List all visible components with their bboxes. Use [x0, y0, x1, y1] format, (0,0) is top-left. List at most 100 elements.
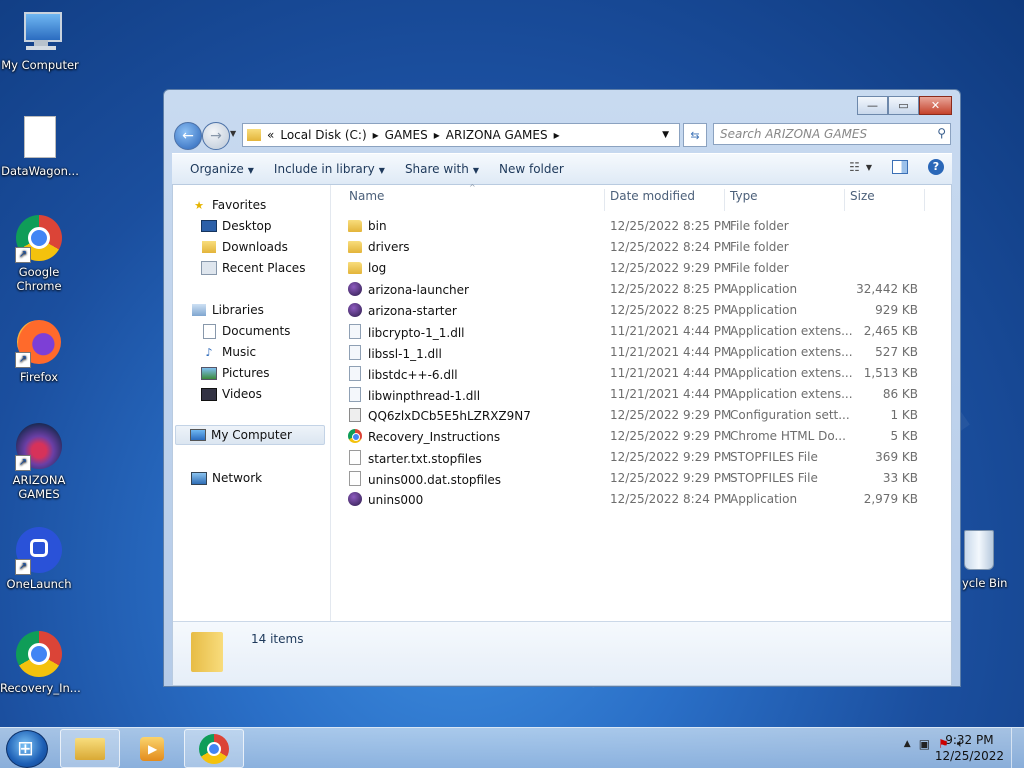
desktop-icon-my-computer[interactable]: My Computer	[0, 8, 80, 72]
include-library-label: Include in library	[273, 162, 375, 176]
address-dropdown-icon[interactable]: ▼	[662, 130, 669, 140]
file-row[interactable]: Recovery_Instructions 12/25/2022 9:29 PM C…	[348, 426, 933, 447]
file-name: log	[368, 261, 387, 275]
nav-desktop[interactable]: Desktop	[201, 216, 272, 236]
recent-pages-dropdown[interactable]: ▼	[230, 129, 236, 138]
minimize-button[interactable]: —	[857, 96, 888, 115]
nav-documents[interactable]: Documents	[201, 321, 290, 341]
command-bar: Organize ▼ Include in library ▼ Share with…	[172, 153, 952, 185]
taskbar-explorer-button[interactable]	[60, 729, 120, 768]
file-row[interactable]: arizona-launcher 12/25/2022 8:25 PM Applic…	[348, 279, 933, 300]
nav-videos[interactable]: Videos	[201, 384, 262, 404]
file-type: Application extens...	[730, 324, 853, 338]
column-name[interactable]: Name	[349, 189, 384, 203]
desktop-icon-recycle-bin[interactable]: ycle Bin	[950, 526, 1024, 590]
file-row[interactable]: log 12/25/2022 9:29 PM File folder	[348, 258, 933, 279]
show-desktop-button[interactable]	[1011, 728, 1024, 768]
organize-button[interactable]: Organize ▼	[180, 162, 264, 176]
nav-network[interactable]: Network	[191, 468, 262, 488]
close-button[interactable]: ✕	[919, 96, 952, 115]
nav-downloads[interactable]: Downloads	[201, 237, 288, 257]
desktop-icon-label: DataWagon...	[1, 164, 79, 178]
file-size: 32,442 KB	[856, 282, 918, 296]
breadcrumb-chevron-icon[interactable]: ▸	[554, 128, 560, 142]
file-row[interactable]: unins000 12/25/2022 8:24 PM Application 2,9…	[348, 489, 933, 510]
share-with-button[interactable]: Share with ▼	[395, 162, 489, 176]
chevron-down-icon: ▼	[472, 166, 479, 175]
include-in-library-button[interactable]: Include in library ▼	[264, 162, 395, 176]
nav-recent-places[interactable]: Recent Places	[201, 258, 305, 278]
file-row[interactable]: bin 12/25/2022 8:25 PM File folder	[348, 216, 933, 237]
file-row[interactable]: starter.txt.stopfiles 12/25/2022 9:29 PM S…	[348, 447, 933, 468]
nav-label: Downloads	[222, 240, 288, 254]
new-folder-button[interactable]: New folder	[489, 162, 574, 176]
address-overflow[interactable]: «	[267, 128, 274, 142]
file-row[interactable]: arizona-starter 12/25/2022 8:25 PM Applica…	[348, 300, 933, 321]
refresh-button[interactable]: ⇆	[683, 123, 707, 147]
column-date-modified[interactable]: Date modified	[610, 189, 695, 203]
file-row[interactable]: libwinpthread-1.dll 11/21/2021 4:44 PM App…	[348, 384, 933, 405]
file-row[interactable]: libstdc++-6.dll 11/21/2021 4:44 PM Applica…	[348, 363, 933, 384]
file-date: 12/25/2022 8:24 PM	[610, 492, 732, 506]
nav-my-computer[interactable]: My Computer	[175, 425, 325, 445]
file-row[interactable]: unins000.dat.stopfiles 12/25/2022 9:29 PM…	[348, 468, 933, 489]
file-name: libcrypto-1_1.dll	[368, 326, 465, 340]
address-bar[interactable]: « Local Disk (C:) ▸ GAMES ▸ ARIZONA GAMES ▸…	[242, 123, 680, 147]
application-icon	[348, 303, 362, 317]
nav-pictures[interactable]: Pictures	[201, 363, 270, 383]
desktop-icon-arizona-games[interactable]: ↗ ARIZONA GAMES	[0, 422, 78, 501]
search-icon[interactable]: ⚲	[937, 126, 946, 140]
file-name-cell: drivers	[348, 240, 410, 254]
search-input[interactable]: Search ARIZONA GAMES ⚲	[713, 123, 951, 145]
maximize-button[interactable]: ▭	[888, 96, 919, 115]
preview-pane-icon[interactable]	[892, 160, 908, 174]
help-icon[interactable]: ?	[928, 159, 944, 175]
clock-date: 12/25/2022	[934, 749, 1004, 763]
file-row[interactable]: QQ6zlxDCb5E5hLZRXZ9N7 12/25/2022 9:29 PM C…	[348, 405, 933, 426]
application-icon	[348, 492, 362, 506]
desktop-icon-datawagon[interactable]: DataWagon...	[0, 114, 80, 178]
shortcut-arrow-icon: ↗	[15, 247, 31, 263]
show-hidden-icons-icon[interactable]: ▲	[904, 739, 911, 749]
view-dropdown-icon[interactable]: ▼	[866, 163, 872, 172]
file-size: 369 KB	[875, 450, 918, 464]
column-size[interactable]: Size	[850, 189, 875, 203]
breadcrumb-local-disk[interactable]: Local Disk (C:)	[280, 128, 366, 142]
start-button[interactable]	[6, 730, 48, 768]
desktop-icon-firefox[interactable]: ↗ Firefox	[0, 318, 78, 384]
folder-icon	[247, 129, 261, 141]
file-size: 527 KB	[875, 345, 918, 359]
clock[interactable]: 9:32 PM 12/25/2022	[935, 732, 1004, 764]
explorer-window[interactable]: — ▭ ✕ ← → ▼ « Local Disk (C:) ▸ GAMES ▸ AR…	[163, 89, 961, 687]
desktop-icon-onelaunch[interactable]: ↗ OneLaunch	[0, 526, 78, 591]
desktop-icon-google-chrome[interactable]: ↗ Google Chrome	[0, 214, 78, 293]
view-options-icon[interactable]: ☷	[849, 160, 860, 174]
file-name: arizona-launcher	[368, 283, 469, 297]
file-name: unins000	[368, 493, 424, 507]
taskbar-media-player-button[interactable]: ▶	[122, 729, 182, 768]
nav-favorites[interactable]: ★ Favorites	[191, 195, 266, 215]
forward-button[interactable]: →	[202, 122, 230, 150]
file-name: drivers	[368, 240, 410, 254]
breadcrumb-chevron-icon[interactable]: ▸	[434, 128, 440, 142]
desktop-icon-recovery-instructions[interactable]: Recovery_In...	[0, 630, 81, 695]
breadcrumb-games[interactable]: GAMES	[385, 128, 428, 142]
shortcut-arrow-icon: ↗	[15, 559, 31, 575]
taskbar: ▶ ▲ ▣ ⚑ 🔈︎ 9:32 PM 12/25/2022	[0, 727, 1024, 768]
breadcrumb-arizona-games[interactable]: ARIZONA GAMES	[446, 128, 548, 142]
file-row[interactable]: libcrypto-1_1.dll 11/21/2021 4:44 PM Appli…	[348, 321, 933, 342]
file-row[interactable]: drivers 12/25/2022 8:24 PM File folder	[348, 237, 933, 258]
nav-music[interactable]: ♪ Music	[201, 342, 256, 362]
file-row[interactable]: libssl-1_1.dll 11/21/2021 4:44 PM Applicat…	[348, 342, 933, 363]
taskbar-chrome-button[interactable]	[184, 729, 244, 768]
nav-label: My Computer	[211, 428, 292, 442]
back-button[interactable]: ←	[174, 122, 202, 150]
network-tray-icon[interactable]: ▣	[919, 737, 930, 751]
column-type[interactable]: Type	[730, 189, 758, 203]
nav-libraries[interactable]: Libraries	[191, 300, 264, 320]
file-name-cell: libstdc++-6.dll	[348, 366, 458, 382]
chrome-icon	[15, 631, 63, 679]
caption-buttons: — ▭ ✕	[857, 96, 952, 115]
breadcrumb-chevron-icon[interactable]: ▸	[373, 128, 379, 142]
file-size: 86 KB	[882, 387, 918, 401]
